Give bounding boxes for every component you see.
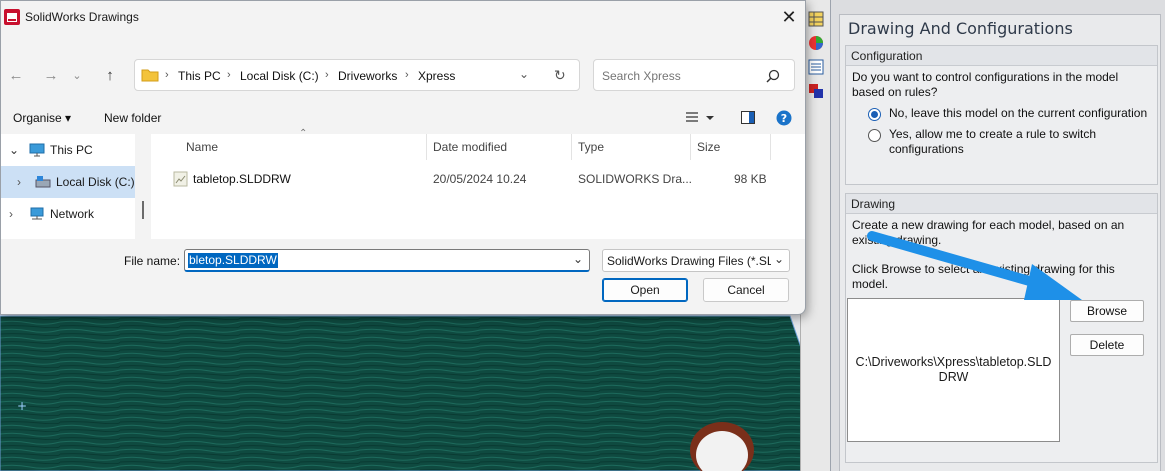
breadcrumb-separator-icon: › (325, 69, 329, 81)
forward-button[interactable]: → (41, 65, 61, 85)
nav-pane-scrollbar[interactable] (142, 201, 144, 219)
dialog-titlebar[interactable]: SolidWorks Drawings ✕ (1, 1, 805, 33)
recent-dropdown[interactable]: ⌄ (67, 65, 87, 85)
svg-text:+: + (17, 399, 27, 413)
delete-button[interactable]: Delete (1070, 334, 1144, 356)
chevron-down-icon: ⌄ (72, 69, 82, 82)
driveworks-tab[interactable] (806, 82, 826, 100)
arrow-left-icon: ← (8, 66, 24, 84)
panel-title: Drawing And Configurations (848, 19, 1073, 38)
chevron-down-icon[interactable]: ⌄ (774, 252, 784, 266)
preview-pane-icon[interactable] (741, 111, 755, 124)
nav-item-local-disk[interactable]: › Local Disk (C:) (1, 166, 135, 198)
breadcrumb-separator-icon: › (405, 69, 409, 81)
address-bar[interactable]: › This PC › Local Disk (C:) › Driveworks… (134, 59, 580, 91)
nav-item-label: Local Disk (C:) (56, 175, 135, 189)
nav-item-label: Network (50, 207, 95, 221)
file-type-select[interactable]: SolidWorks Drawing Files (*.SLDDRW) ⌄ (602, 249, 790, 272)
drawing-instruction: Click Browse to select an existing drawi… (852, 262, 1115, 291)
file-name-cell: tabletop.SLDDRW (193, 172, 291, 186)
option-no-row[interactable]: No, leave this model on the current conf… (868, 106, 1151, 121)
view-options-icon[interactable] (686, 111, 716, 125)
file-open-dialog: SolidWorks Drawings ✕ ← → ⌄ ↑ › This PC … (0, 0, 806, 315)
breadcrumb-separator-icon: › (227, 69, 231, 81)
close-icon: ✕ (781, 6, 797, 27)
file-type-cell: SOLIDWORKS Dra... (578, 172, 693, 186)
arrow-up-icon: ↑ (106, 66, 114, 84)
driveworks-icon (809, 84, 823, 98)
breadcrumb-xpress[interactable]: Xpress (418, 69, 455, 83)
open-button[interactable]: Open (602, 278, 688, 302)
drive-icon (35, 176, 51, 188)
option-no-radio[interactable] (868, 108, 881, 121)
breadcrumb-driveworks[interactable]: Driveworks (338, 69, 397, 83)
chevron-down-icon[interactable]: ⌄ (573, 252, 583, 266)
drawing-description: Create a new drawing for each model, bas… (852, 218, 1125, 247)
navigation-pane: ⌄ This PC › Local Disk (C:) › Network (1, 134, 135, 239)
organise-menu[interactable]: Organise ▾ (13, 111, 71, 125)
property-tab[interactable] (806, 58, 826, 76)
refresh-icon[interactable]: ↻ (554, 67, 566, 84)
column-divider[interactable] (426, 134, 427, 160)
arrow-right-icon: → (43, 66, 59, 84)
address-history-chevron-icon[interactable]: ⌄ (519, 67, 529, 81)
help-icon[interactable]: ? (776, 110, 792, 126)
solidworks-app-icon (4, 9, 20, 25)
file-date-cell: 20/05/2024 10.24 (433, 172, 527, 186)
column-name[interactable]: Name (186, 140, 218, 154)
column-type[interactable]: Type (578, 140, 604, 154)
list-icon (808, 59, 824, 75)
file-name-label: File name: (124, 254, 181, 268)
breadcrumb-this-pc[interactable]: This PC (178, 69, 221, 83)
column-date[interactable]: Date modified (433, 140, 507, 154)
color-wheel-icon (809, 36, 823, 50)
breadcrumb-local-disk[interactable]: Local Disk (C:) (240, 69, 319, 83)
search-input[interactable]: Search Xpress (593, 59, 795, 91)
option-yes-row[interactable]: Yes, allow me to create a rule to switch… (868, 127, 1151, 157)
svg-text:?: ? (781, 112, 787, 125)
folder-icon (141, 69, 159, 82)
up-button[interactable]: ↑ (100, 65, 120, 85)
drawing-header: Drawing (846, 194, 1157, 214)
chevron-right-icon[interactable]: › (17, 175, 29, 189)
file-list: ⌃ Name Date modified Type Size tabletop.… (151, 128, 805, 239)
cancel-button[interactable]: Cancel (703, 278, 789, 302)
configuration-header: Configuration (846, 46, 1157, 66)
file-size-cell: 98 KB (734, 172, 767, 186)
breadcrumb-separator-icon: › (165, 69, 169, 81)
chevron-down-icon[interactable]: ⌄ (9, 143, 21, 157)
option-yes-radio[interactable] (868, 129, 881, 142)
feature-manager-tab[interactable] (806, 10, 826, 28)
drawing-file-icon (173, 171, 188, 187)
browse-button[interactable]: Browse (1070, 300, 1144, 322)
drawing-path-box[interactable]: C:\Driveworks\Xpress\tabletop.SLDDRW (847, 298, 1060, 442)
grid-icon (808, 11, 824, 27)
nav-item-this-pc[interactable]: ⌄ This PC (1, 134, 135, 166)
dialog-title: SolidWorks Drawings (25, 10, 139, 24)
chevron-right-icon[interactable]: › (9, 207, 21, 221)
appearance-tab[interactable] (806, 34, 826, 52)
configuration-group: Configuration Do you want to control con… (845, 45, 1158, 185)
network-icon (30, 207, 44, 220)
search-icon (766, 69, 780, 83)
back-button[interactable]: ← (6, 65, 26, 85)
file-name-input[interactable]: bletop.SLDDRW ⌄ (184, 249, 590, 272)
file-type-value: SolidWorks Drawing Files (*.SLDDRW) (607, 254, 771, 268)
computer-icon (29, 143, 45, 157)
nav-item-label: This PC (50, 143, 93, 157)
column-size[interactable]: Size (697, 140, 720, 154)
column-divider[interactable] (690, 134, 691, 160)
new-folder-button[interactable]: New folder (104, 111, 161, 125)
column-divider[interactable] (770, 134, 771, 160)
sort-ascending-icon: ⌃ (299, 128, 308, 139)
option-no-label: No, leave this model on the current conf… (889, 106, 1148, 120)
configuration-question: Do you want to control configurations in… (852, 70, 1119, 99)
file-name-value: bletop.SLDDRW (188, 253, 278, 268)
column-divider[interactable] (571, 134, 572, 160)
nav-item-network[interactable]: › Network (1, 198, 135, 230)
search-placeholder: Search Xpress (602, 69, 681, 83)
option-yes-label: Yes, allow me to create a rule to switch… (889, 127, 1096, 156)
close-button[interactable]: ✕ (777, 7, 801, 27)
drawing-path-text: C:\Driveworks\Xpress\tabletop.SLDDRW (855, 355, 1052, 384)
